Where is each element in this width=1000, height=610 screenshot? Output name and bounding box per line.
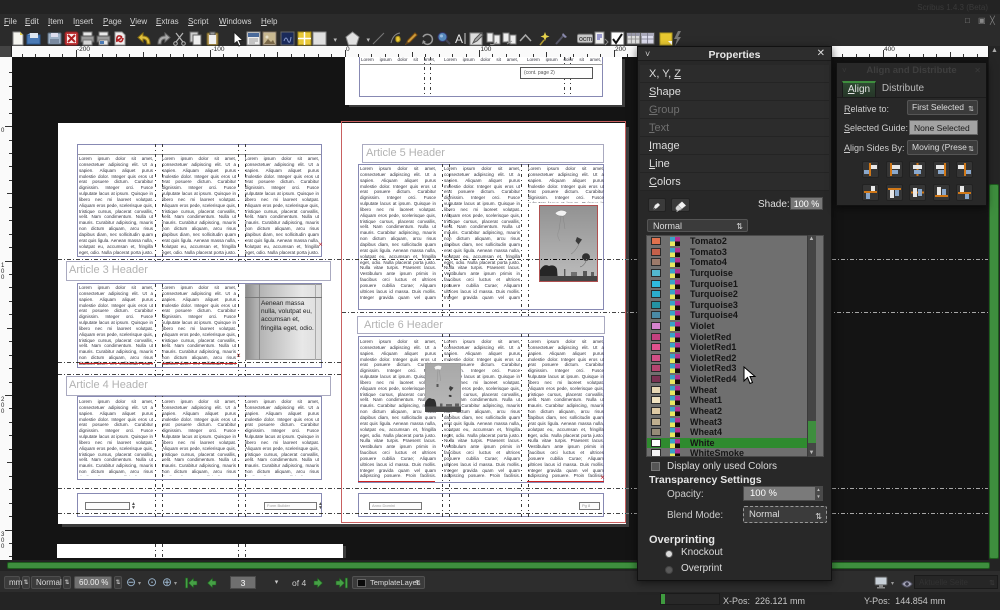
svg-text:A: A [455,32,463,46]
svg-text:ocm: ocm [579,36,592,43]
